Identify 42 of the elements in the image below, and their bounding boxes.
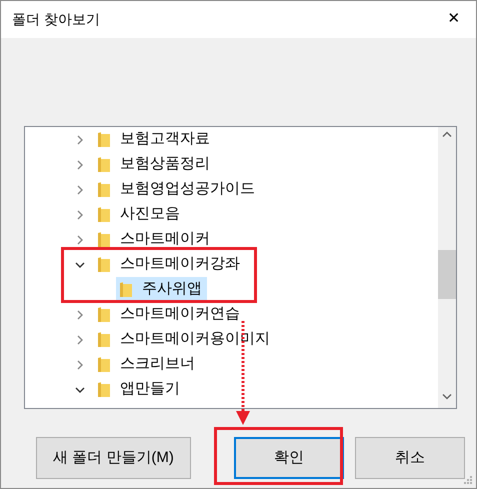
scroll-down-icon[interactable] xyxy=(442,394,452,400)
folder-icon xyxy=(98,332,110,347)
collapse-chevron-icon[interactable] xyxy=(75,260,85,270)
resize-grip-icon xyxy=(464,476,473,485)
expand-chevron-icon[interactable] xyxy=(75,360,85,370)
expand-chevron-icon[interactable] xyxy=(75,184,85,194)
folder-icon xyxy=(98,257,110,272)
collapse-chevron-icon[interactable] xyxy=(75,384,85,394)
expand-chevron-icon[interactable] xyxy=(75,234,85,244)
folder-item[interactable]: 스마트메이커연습 xyxy=(94,302,245,327)
expand-chevron-icon[interactable] xyxy=(75,334,85,344)
folder-item[interactable]: 앱만들기 xyxy=(94,377,185,402)
folder-icon xyxy=(98,382,110,397)
folder-item[interactable]: 사진모음 xyxy=(94,202,185,227)
expand-chevron-icon[interactable] xyxy=(75,134,85,144)
folder-icon xyxy=(98,232,110,247)
folder-icon xyxy=(120,282,132,297)
folder-item[interactable]: 보험영업성공가이드 xyxy=(94,177,260,202)
folder-item[interactable]: 보험고객자료 xyxy=(94,127,215,152)
close-button[interactable]: ✕ xyxy=(432,1,476,38)
folder-icon xyxy=(98,182,110,197)
folder-item[interactable]: 스크리브너 xyxy=(94,352,200,377)
expand-chevron-icon[interactable] xyxy=(75,310,85,320)
folder-icon xyxy=(98,132,110,147)
folder-item[interactable]: 보험상품정리 xyxy=(94,152,215,177)
scroll-thumb[interactable] xyxy=(438,250,456,299)
scrollbar[interactable] xyxy=(438,127,456,408)
dialog-button[interactable]: 취소 xyxy=(355,437,465,479)
folder-item[interactable]: 스마트메이커용이미지 xyxy=(94,327,275,352)
window-title: 폴더 찾아보기 xyxy=(12,10,100,29)
scroll-up-icon[interactable] xyxy=(442,131,452,137)
folder-item[interactable]: 주사위앱 xyxy=(116,277,207,302)
dialog-button[interactable]: 새 폴더 만들기(M) xyxy=(36,437,191,479)
folder-icon xyxy=(98,207,110,222)
folder-item[interactable]: 스마트메이커강좌 xyxy=(94,252,245,277)
expand-chevron-icon[interactable] xyxy=(75,210,85,220)
folder-icon xyxy=(98,157,110,172)
folder-icon xyxy=(98,307,110,322)
folder-item[interactable]: 스마트메이커 xyxy=(94,227,215,252)
folder-icon xyxy=(98,357,110,372)
expand-chevron-icon[interactable] xyxy=(75,160,85,170)
dialog-button[interactable]: 확인 xyxy=(234,437,344,479)
